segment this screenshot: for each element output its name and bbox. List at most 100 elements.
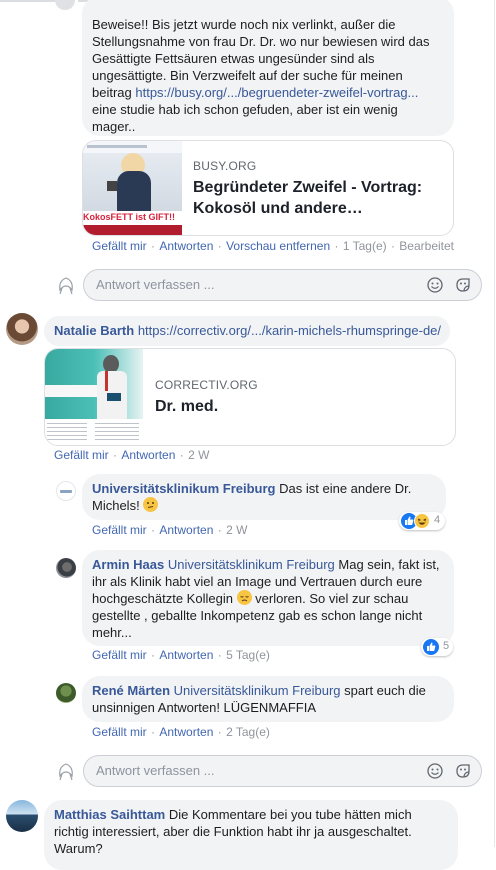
comment-text-line: beitrag https://busy.org/.../begruendete… [92,84,444,101]
comment-bubble: Armin Haas Universitätsklinikum Freiburg… [82,550,454,646]
comment-actions: Gefällt mir · Antworten · Vorschau entfe… [92,239,454,253]
separator: · [147,725,159,739]
timestamp[interactable]: 1 Tag(e) [343,239,387,253]
comment-text: hochgeschätzte Kollegin [92,591,237,606]
comment-text-line: Beweise!! Bis jetzt wurde noch nix verli… [92,17,396,32]
comment-text-line: Warum? [54,841,103,856]
link-preview-card[interactable]: CORRECTIV.ORG Dr. med. [44,348,456,446]
comment-author[interactable]: Natalie Barth [54,323,134,338]
comment-text-line: eine studie hab ich schon gefuden, aber … [92,102,398,117]
thumbnail-caption: KokosFETT ist GIFT!! [83,212,175,222]
reaction-count[interactable]: 5 [421,638,453,656]
reply-link[interactable]: Antworten [159,648,213,662]
comment-actions: Gefällt mir · Antworten · 2 Tag(e) [92,725,270,739]
comment-actions: Gefällt mir · Antworten · 5 Tag(e) [92,648,270,662]
comment-bubble: René Märten Universitätsklinikum Freibur… [82,676,454,722]
comment-bubble: Natalie Barth https://correctiv.org/.../… [44,316,450,346]
like-link[interactable]: Gefällt mir [92,648,147,662]
comment-author[interactable]: René Märten [92,683,170,698]
thinking-face-emoji-icon [143,497,159,512]
separator: · [109,448,121,462]
reaction-count-value: 5 [443,640,450,652]
comment-text-line: Matthias Saihttam Die Kommentare bei you… [54,806,448,823]
link-preview-title: Begründeter Zweifel - Vortrag: Kokosöl u… [193,177,422,219]
comment-text: Das ist eine andere Dr. [279,481,412,496]
comment-text: Michels! [92,498,140,513]
comment-actions: Gefällt mir · Antworten · 2 W [54,448,209,462]
separator: · [331,239,342,253]
timestamp[interactable]: 2 W [188,448,209,462]
timestamp[interactable]: 2 Tag(e) [226,725,270,739]
comment-text-line: René Märten Universitätsklinikum Freibur… [92,682,444,699]
avatar [56,762,76,782]
comment-author[interactable]: Armin Haas [92,557,164,572]
haha-reaction-icon [414,513,430,529]
comment-text: beitrag [92,85,136,100]
separator: · [214,523,226,537]
edited-label[interactable]: Bearbeitet [399,239,454,253]
link-preview-thumbnail [45,349,143,445]
comment-mention[interactable]: Universitätsklinikum Freiburg [174,683,341,698]
comment-text-line: Stellungsnahme von frau Dr. Dr. wo nur b… [92,34,430,49]
like-reaction-icon [423,639,439,655]
comment-text-line: hochgeschätzte Kollegin verloren. So vie… [92,590,444,607]
avatar[interactable] [56,683,76,703]
separator: · [147,648,159,662]
comment-text-line: ihr als Klinik habt viel an Image und Ve… [92,574,423,589]
avatar [56,276,76,296]
like-link[interactable]: Gefällt mir [92,523,147,537]
reply-link[interactable]: Antworten [159,239,213,253]
reply-link[interactable]: Antworten [121,448,175,462]
link-preview-title: Dr. med. [155,398,219,415]
disappointed-face-emoji-icon [236,590,252,605]
timestamp[interactable]: 2 W [226,523,247,537]
reply-input[interactable] [94,762,398,779]
comment-author[interactable]: Universitätsklinikum Freiburg [92,481,276,496]
comment-text-line: mager.. [92,119,136,134]
comment-author[interactable]: Matthias Saihttam [54,807,165,822]
comment-text-line: Michels! [92,497,436,514]
avatar[interactable] [56,558,76,578]
separator: · [176,448,188,462]
separator: · [387,239,399,253]
reply-link[interactable]: Antworten [159,725,213,739]
comment-text-line: richtig interessiert, aber die Funktion … [54,824,412,839]
comment-bubble: Matthias Saihttam Die Kommentare bei you… [44,800,458,870]
like-link[interactable]: Gefällt mir [92,725,147,739]
comment-bubble: Beweise!! Bis jetzt wurde noch nix verli… [82,0,454,136]
comment-text: verloren. So viel zur schau [251,591,409,606]
reply-box[interactable] [83,269,482,301]
emoji-icon[interactable] [427,763,443,779]
avatar[interactable] [56,481,76,501]
link-preview-domain: CORRECTIV.ORG [155,378,258,392]
comment-text-line: gestellte , geballte Inkompetenz gab es … [92,608,423,623]
separator: · [214,239,226,253]
separator: · [147,523,159,537]
reply-box[interactable] [83,755,482,787]
avatar[interactable] [55,0,75,10]
like-link[interactable]: Gefällt mir [92,239,147,253]
avatar[interactable] [6,800,38,832]
comment-link[interactable]: https://busy.org/.../begruendeter-zweife… [135,85,418,100]
avatar[interactable] [6,313,38,345]
reply-input[interactable] [94,276,398,293]
separator: · [214,648,226,662]
link-preview-card[interactable]: KokosFETT ist GIFT!! BUSY.ORG Begründete… [82,140,454,236]
emoji-icon[interactable] [427,277,443,293]
separator: · [147,239,159,253]
timestamp[interactable]: 5 Tag(e) [226,648,270,662]
like-link[interactable]: Gefällt mir [54,448,109,462]
sticker-icon[interactable] [455,277,471,293]
link-preview-title-line: Kokosöl und andere… [193,200,363,217]
sticker-icon[interactable] [455,763,471,779]
link-preview-thumbnail: KokosFETT ist GIFT!! [83,141,182,235]
reply-link[interactable]: Antworten [159,523,213,537]
remove-preview-link[interactable]: Vorschau entfernen [226,239,330,253]
comment-mention[interactable]: Universitätsklinikum Freiburg [168,557,335,572]
comment-text: Mag sein, fakt ist, [338,557,440,572]
comment-text-line: ungesättigte. Bin Verzweifelt auf der su… [92,68,403,83]
comment-text-line: Universitätsklinikum Freiburg Das ist ei… [92,480,436,497]
comment-link[interactable]: https://correctiv.org/.../karin-michels-… [138,323,441,338]
separator: · [214,725,226,739]
reaction-count[interactable]: 4 [399,512,445,530]
